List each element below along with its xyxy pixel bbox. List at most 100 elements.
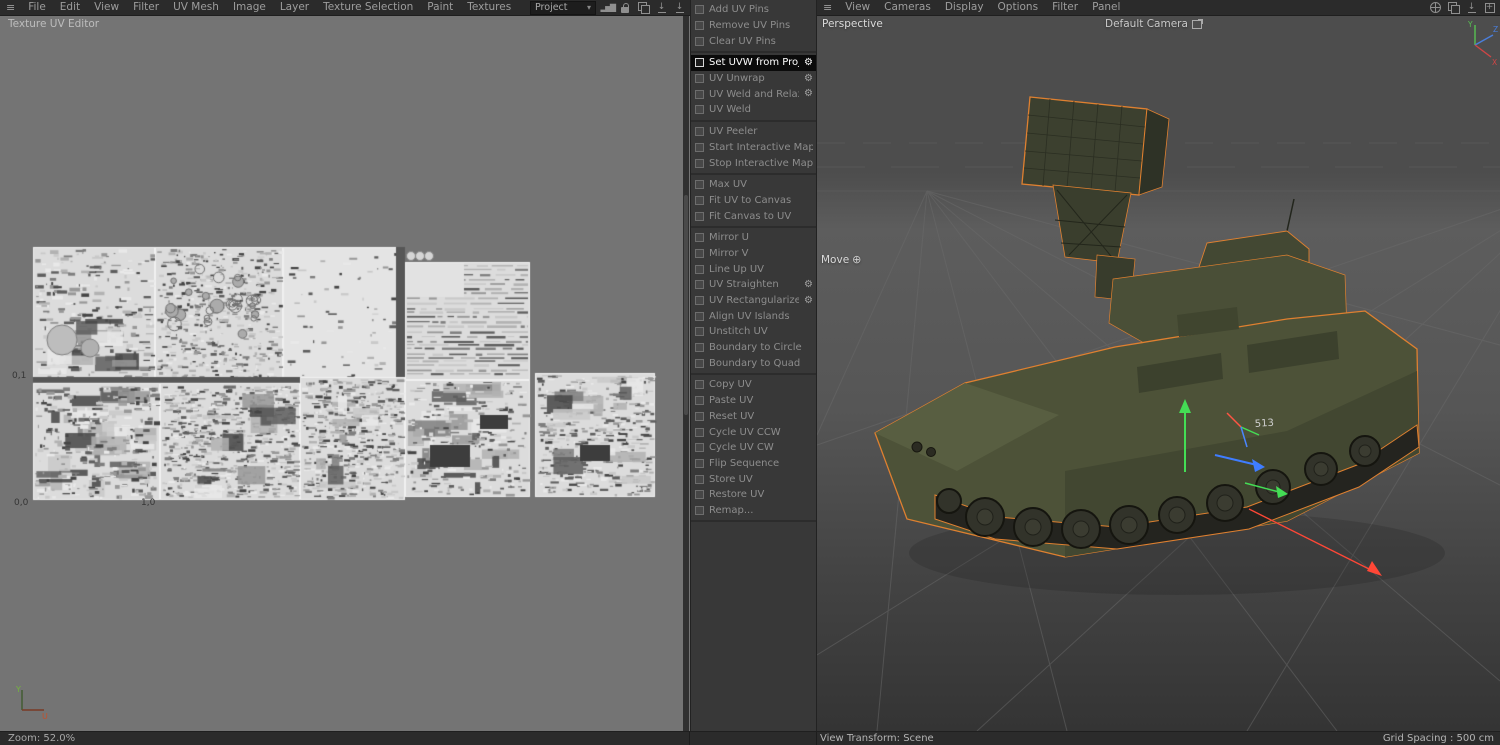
cmd-cycle-uv-cw[interactable]: Cycle UV CW — [691, 440, 816, 456]
cmd-boundary-to-quad[interactable]: Boundary to Quad — [691, 355, 816, 371]
gear-icon[interactable]: ⚙ — [804, 58, 813, 68]
axis-gizmo[interactable]: Y Z X — [1467, 20, 1498, 67]
menu-textures[interactable]: Textures — [460, 0, 518, 15]
menu-filter[interactable]: Filter — [126, 0, 166, 15]
cmd-fit-canvas-to-uv[interactable]: Fit Canvas to UV — [691, 208, 816, 224]
model-tor-vehicle[interactable]: 513 — [875, 97, 1419, 557]
cmd-item-label: Set UVW from Projection — [709, 57, 799, 68]
uv-canvas[interactable] — [0, 15, 690, 731]
cmd-item-label: Remap... — [709, 505, 813, 516]
vp-menu-view[interactable]: View — [838, 0, 877, 15]
menu-hamburger-icon[interactable]: ≡ — [0, 0, 21, 15]
cmd-add-uv-pins[interactable]: Add UV Pins — [691, 2, 816, 18]
cmd-item-icon — [695, 490, 704, 499]
lock-icon[interactable] — [619, 1, 632, 14]
uv-coord-1-0: 1,0 — [141, 498, 155, 508]
cmd-restore-uv[interactable]: Restore UV — [691, 487, 816, 503]
new-view-icon[interactable] — [1483, 1, 1496, 14]
cmd-mirror-u[interactable]: Mirror U — [691, 230, 816, 246]
vp-menu-filter[interactable]: Filter — [1045, 0, 1085, 15]
cmd-reset-uv[interactable]: Reset UV — [691, 409, 816, 425]
cmd-uv-weld[interactable]: UV Weld — [691, 102, 816, 118]
cmd-item-icon — [695, 343, 704, 352]
layers-icon[interactable] — [637, 1, 650, 14]
axis-x-label: X — [1492, 58, 1497, 67]
cmd-item-icon — [695, 396, 704, 405]
cmd-item-icon — [695, 443, 704, 452]
perspective-viewport[interactable]: 513 — [817, 15, 1500, 731]
cmd-align-uv-islands[interactable]: Align UV Islands — [691, 308, 816, 324]
cmd-remove-uv-pins[interactable]: Remove UV Pins — [691, 18, 816, 34]
cmd-item-label: Boundary to Quad — [709, 358, 813, 369]
menu-edit[interactable]: Edit — [53, 0, 87, 15]
project-dropdown[interactable]: Project ▾ — [530, 1, 596, 15]
vp-menu-options[interactable]: Options — [991, 0, 1046, 15]
vp-menu-panel[interactable]: Panel — [1085, 0, 1127, 15]
menu-image[interactable]: Image — [226, 0, 273, 15]
cmd-item-label: Add UV Pins — [709, 4, 813, 15]
cmd-boundary-to-circle[interactable]: Boundary to Circle — [691, 340, 816, 356]
status-bar: Zoom: 52.0% View Transform: Scene Grid S… — [0, 731, 1500, 745]
cmd-paste-uv[interactable]: Paste UV — [691, 393, 816, 409]
layers-icon[interactable] — [1447, 1, 1460, 14]
cmd-clear-uv-pins[interactable]: Clear UV Pins — [691, 33, 816, 49]
cmd-item-label: Copy UV — [709, 379, 813, 390]
download-icon[interactable] — [655, 1, 668, 14]
cmd-remap[interactable]: Remap... — [691, 503, 816, 519]
menu-layer[interactable]: Layer — [273, 0, 316, 15]
cmd-uv-unwrap[interactable]: UV Unwrap⚙ — [691, 71, 816, 87]
cmd-unstitch-uv[interactable]: Unstitch UV — [691, 324, 816, 340]
menu-uv-mesh[interactable]: UV Mesh — [166, 0, 226, 15]
gear-icon[interactable]: ⚙ — [804, 74, 813, 84]
menu-hamburger-icon[interactable]: ≡ — [817, 0, 838, 15]
cmd-item-icon — [695, 459, 704, 468]
cmd-mirror-v[interactable]: Mirror V — [691, 246, 816, 262]
cmd-uv-straighten[interactable]: UV Straighten⚙ — [691, 277, 816, 293]
cmd-item-label: Cycle UV CCW — [709, 427, 813, 438]
bodypaint-uv-edit-layout: ≡ FileEditViewFilterUV MeshImageLayerTex… — [0, 0, 1500, 745]
viewport-projection-label[interactable]: Perspective — [822, 18, 883, 30]
viewport-camera-label[interactable]: Default Camera — [1105, 18, 1202, 30]
cmd-item-label: Paste UV — [709, 395, 813, 406]
menu-paint[interactable]: Paint — [420, 0, 460, 15]
cmd-item-icon — [695, 280, 704, 289]
cmd-copy-uv[interactable]: Copy UV — [691, 377, 816, 393]
cmd-max-uv[interactable]: Max UV — [691, 177, 816, 193]
gear-icon[interactable]: ⚙ — [804, 89, 813, 99]
menu-view[interactable]: View — [87, 0, 126, 15]
cmd-item-label: Flip Sequence — [709, 458, 813, 469]
cmd-item-label: Clear UV Pins — [709, 36, 813, 47]
chart-icon[interactable] — [601, 1, 614, 14]
cmd-uv-peeler[interactable]: UV Peeler — [691, 124, 816, 140]
project-dropdown-label: Project — [535, 2, 568, 13]
gear-icon[interactable]: ⚙ — [804, 296, 813, 306]
cmd-fit-uv-to-canvas[interactable]: Fit UV to Canvas — [691, 193, 816, 209]
gear-icon[interactable]: ⚙ — [804, 280, 813, 290]
uv-editor-toolbar-icons: Project ▾ — [530, 1, 686, 14]
cmd-uv-weld-and-relax[interactable]: UV Weld and Relax⚙ — [691, 86, 816, 102]
uv-scrollbar[interactable] — [683, 15, 689, 731]
cmd-set-uvw-from-projection[interactable]: Set UVW from Projection ⚙ — [691, 55, 816, 71]
uv-scrollbar-thumb[interactable] — [684, 195, 688, 415]
vp-menu-cameras[interactable]: Cameras — [877, 0, 938, 15]
menu-texture-selection[interactable]: Texture Selection — [316, 0, 420, 15]
vp-menu-display[interactable]: Display — [938, 0, 991, 15]
camera-link-icon[interactable] — [1192, 20, 1202, 29]
viewport-scene[interactable]: 513 — [817, 15, 1500, 731]
cmd-item-label: Line Up UV — [709, 264, 813, 275]
cmd-item-icon — [695, 327, 704, 336]
cmd-item-label: Remove UV Pins — [709, 20, 813, 31]
axis-z-label: Z — [1493, 25, 1498, 34]
cmd-store-uv[interactable]: Store UV — [691, 471, 816, 487]
globe-icon[interactable] — [1429, 1, 1442, 14]
cmd-flip-sequence[interactable]: Flip Sequence — [691, 456, 816, 472]
cmd-cycle-uv-ccw[interactable]: Cycle UV CCW — [691, 424, 816, 440]
cmd-stop-interactive-mapping[interactable]: Stop Interactive Mapping — [691, 155, 816, 171]
cmd-line-up-uv[interactable]: Line Up UV — [691, 261, 816, 277]
download-icon[interactable] — [1465, 1, 1478, 14]
menu-file[interactable]: File — [21, 0, 53, 15]
cmd-item-icon — [695, 180, 704, 189]
download-icon[interactable] — [673, 1, 686, 14]
cmd-uv-rectangularize[interactable]: UV Rectangularize⚙ — [691, 293, 816, 309]
cmd-start-interactive-mapping[interactable]: Start Interactive Mapping — [691, 140, 816, 156]
